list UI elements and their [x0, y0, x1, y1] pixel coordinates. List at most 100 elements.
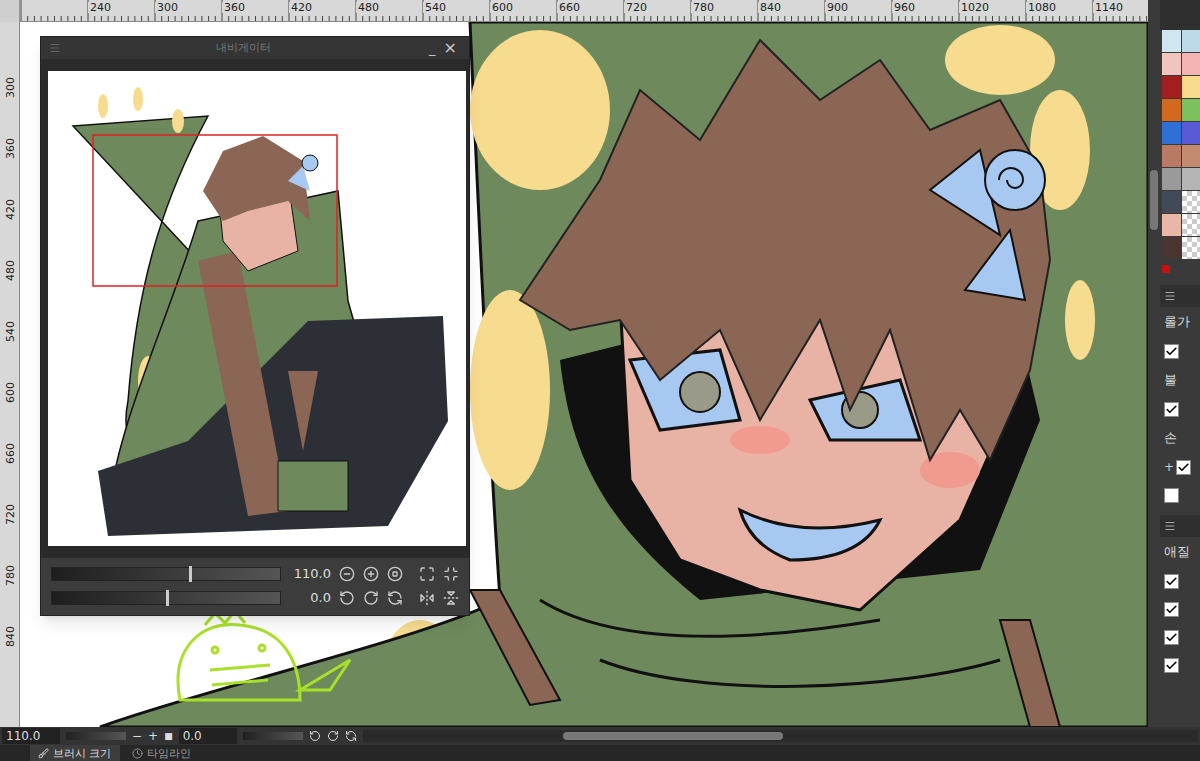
palette-swatch[interactable] [1162, 99, 1181, 121]
layer-row[interactable] [1160, 337, 1200, 365]
panel-header[interactable] [1160, 285, 1200, 307]
minimize-button[interactable]: _ [425, 42, 440, 55]
palette-swatch[interactable] [1162, 237, 1181, 259]
ruler-label: 780 [691, 2, 714, 13]
reset-button[interactable]: ■ [164, 732, 173, 741]
fit-icon[interactable] [419, 566, 435, 582]
layer-checkbox[interactable] [1176, 460, 1191, 475]
check-icon [1165, 631, 1178, 644]
layer-checkbox[interactable] [1164, 602, 1179, 617]
flip-vertical-icon[interactable] [443, 590, 459, 606]
reset-rotation-icon[interactable] [345, 730, 357, 742]
palette-swatch[interactable] [1162, 168, 1181, 190]
layer-row[interactable] [1160, 651, 1200, 679]
check-icon [1165, 403, 1178, 416]
palette-swatch[interactable] [1162, 30, 1181, 52]
bottom-tab[interactable]: 브러시 크기 [30, 745, 120, 761]
ruler-label: 300 [5, 74, 16, 102]
vertical-scrollbar[interactable] [1148, 0, 1160, 727]
palette-swatch[interactable] [1182, 99, 1200, 121]
rotation-slider[interactable] [51, 591, 281, 605]
layer-row[interactable]: + [1160, 453, 1200, 481]
navigator-preview[interactable] [48, 71, 466, 546]
horizontal-scrollbar[interactable] [363, 730, 1198, 742]
panel-header[interactable] [1160, 515, 1200, 537]
ruler-corner [0, 0, 20, 22]
rotate-left-icon[interactable] [309, 730, 321, 742]
menu-icon[interactable] [1164, 520, 1176, 532]
layer-row[interactable] [1160, 595, 1200, 623]
side-panel: 롤가불손+애질 [1160, 0, 1200, 727]
ruler-label: 660 [557, 2, 580, 13]
zoom-out-icon[interactable] [339, 566, 355, 582]
ruler-label: 960 [892, 2, 915, 13]
rotate-right-icon[interactable] [327, 730, 339, 742]
layer-row[interactable] [1160, 623, 1200, 651]
menu-icon[interactable] [49, 42, 61, 54]
check-icon [1165, 603, 1178, 616]
navigator-title: 내비게이터 [61, 40, 425, 57]
navigator-title-bar[interactable]: 내비게이터_× [41, 37, 469, 59]
palette-swatch[interactable] [1162, 53, 1181, 75]
vertical-ruler: 300360420480540600660720780840 [0, 22, 20, 727]
bottom-tab[interactable]: 타임라인 [124, 745, 199, 761]
reset-zoom-icon[interactable] [387, 566, 403, 582]
color-palette [1160, 30, 1200, 259]
ruler-label: 300 [155, 2, 178, 13]
canvas[interactable]: 내비게이터_× 110.0 0.0 [20, 22, 1148, 727]
ruler-label: 900 [825, 2, 848, 13]
rotate-left-icon[interactable] [339, 590, 355, 606]
palette-swatch[interactable] [1182, 168, 1200, 190]
fill-icon[interactable] [443, 566, 459, 582]
ruler-label: 720 [624, 2, 647, 13]
palette-swatch[interactable] [1182, 30, 1200, 52]
zoom-slider[interactable] [51, 567, 281, 581]
check-icon [1165, 575, 1178, 588]
palette-swatch[interactable] [1182, 53, 1200, 75]
reset-rotation-icon[interactable] [387, 590, 403, 606]
ruler-label: 480 [5, 257, 16, 285]
layer-checkbox[interactable] [1164, 344, 1179, 359]
check-icon [1165, 345, 1178, 358]
panel-label: 애질 [1160, 537, 1200, 567]
palette-swatch[interactable] [1162, 145, 1181, 167]
layer-checkbox[interactable] [1164, 658, 1179, 673]
ruler-label: 540 [423, 2, 446, 13]
zoom-out-button[interactable]: − [132, 730, 142, 742]
palette-swatch[interactable] [1182, 237, 1200, 259]
ruler-label: 1020 [959, 2, 989, 13]
zoom-in-button[interactable]: + [148, 730, 158, 742]
layer-checkbox[interactable] [1164, 574, 1179, 589]
close-button[interactable]: × [440, 40, 461, 56]
zoom-value: 110.0 [294, 564, 331, 584]
navigator-window[interactable]: 내비게이터_× 110.0 0.0 [40, 36, 470, 616]
menu-icon[interactable] [1164, 290, 1176, 302]
zoom-in-icon[interactable] [363, 566, 379, 582]
palette-swatch[interactable] [1162, 122, 1181, 144]
ruler-label: 780 [5, 562, 16, 590]
palette-swatch[interactable] [1182, 145, 1200, 167]
ruler-label: 720 [5, 501, 16, 529]
layer-checkbox[interactable] [1164, 402, 1179, 417]
layer-checkbox[interactable] [1164, 488, 1179, 503]
rotation-value: 0.0 [310, 588, 331, 608]
palette-swatch[interactable] [1162, 191, 1181, 213]
layer-checkbox[interactable] [1164, 630, 1179, 645]
ruler-label: 600 [5, 379, 16, 407]
ruler-label: 360 [5, 135, 16, 163]
palette-swatch[interactable] [1182, 76, 1200, 98]
palette-swatch[interactable] [1182, 191, 1200, 213]
layer-row[interactable] [1160, 567, 1200, 595]
palette-swatch[interactable] [1162, 76, 1181, 98]
palette-swatch[interactable] [1182, 214, 1200, 236]
bottom-tab-bar: 브러시 크기타임라인 [0, 745, 1200, 761]
palette-swatch[interactable] [1182, 122, 1200, 144]
layer-row[interactable] [1160, 481, 1200, 509]
ruler-label: 600 [490, 2, 513, 13]
layer-row[interactable] [1160, 395, 1200, 423]
flip-horizontal-icon[interactable] [419, 590, 435, 606]
rotate-right-icon[interactable] [363, 590, 379, 606]
rotation-field[interactable]: 0.0 [179, 728, 237, 744]
zoom-field[interactable]: 110.0 [2, 728, 60, 744]
palette-swatch[interactable] [1162, 214, 1181, 236]
